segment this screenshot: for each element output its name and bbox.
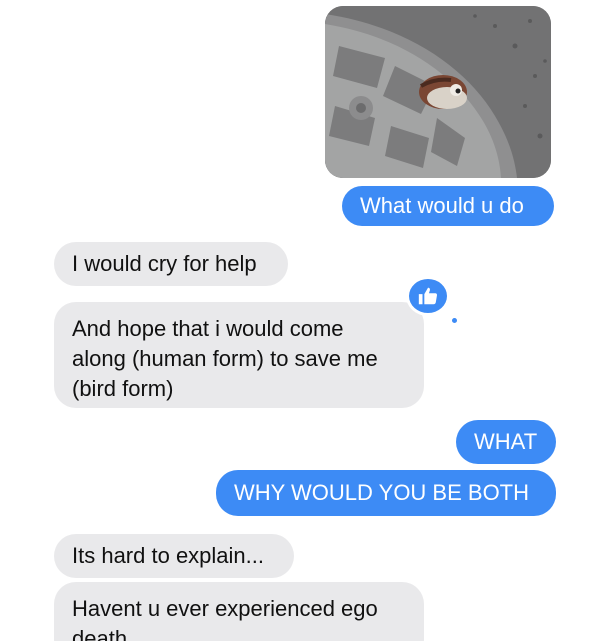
received-message-bubble[interactable]: And hope that i would come along (human … xyxy=(54,302,424,408)
message-text: I would cry for help xyxy=(72,251,257,276)
thumbs-up-icon xyxy=(418,287,438,305)
sparrow-on-manhole-image xyxy=(325,6,551,178)
message-text: WHY WOULD YOU BE BOTH xyxy=(234,480,530,505)
message-line: death xyxy=(72,626,128,641)
tapback-tail-dot xyxy=(450,316,459,325)
sent-message-bubble[interactable]: What would u do xyxy=(342,186,554,226)
received-message-bubble[interactable]: Its hard to explain... xyxy=(54,534,294,578)
sent-message-bubble[interactable]: WHAT xyxy=(456,420,556,464)
message-line: (bird form) xyxy=(72,376,174,401)
message-text: WHAT xyxy=(474,429,538,454)
message-text: What would u do xyxy=(360,193,524,218)
message-line: along (human form) to save me xyxy=(72,346,378,371)
message-line: Havent u ever experienced ego xyxy=(72,596,378,621)
received-message-bubble[interactable]: Havent u ever experienced ego death xyxy=(54,582,424,641)
message-text: Its hard to explain... xyxy=(72,543,264,568)
received-message-bubble[interactable]: I would cry for help xyxy=(54,242,288,286)
sparrow-photo[interactable] xyxy=(325,6,551,178)
sent-message-bubble[interactable]: WHY WOULD YOU BE BOTH xyxy=(216,470,556,516)
thumbs-up-tapback[interactable] xyxy=(406,276,450,316)
message-line: And hope that i would come xyxy=(72,316,344,341)
